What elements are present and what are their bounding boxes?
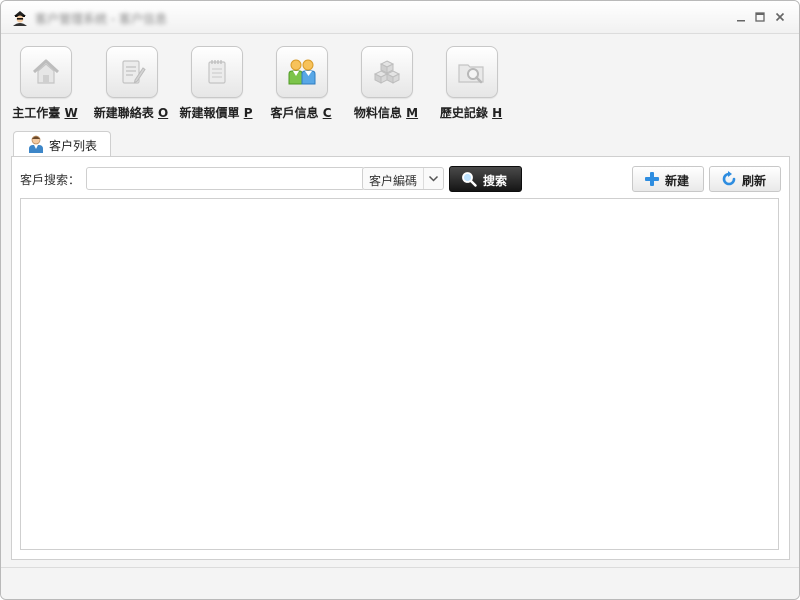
user-icon: [29, 135, 43, 153]
toolbar-tile: [20, 46, 72, 98]
search-label: 客戶搜索：: [20, 173, 81, 187]
close-icon[interactable]: [773, 10, 787, 24]
window-title: 客户管理系统 - 客户信息: [35, 12, 167, 26]
toolbar-item-label: 新建聯絡表 O: [93, 106, 169, 120]
notepad-pencil-icon: [122, 60, 146, 84]
search-folder-icon: [458, 64, 484, 84]
search-button[interactable]: 搜索: [449, 166, 522, 192]
minimize-icon[interactable]: [734, 10, 748, 24]
plus-icon: [645, 172, 659, 186]
search-field-value: 客户編碼: [369, 174, 418, 188]
boxes-icon: [373, 60, 401, 84]
toolbar-item-label: 物料信息 M: [353, 106, 419, 120]
toolbar-item-customer-info[interactable]: 客戶信息 C: [261, 46, 341, 122]
refresh-button-label: 刷新: [742, 174, 767, 188]
home-icon: [32, 59, 60, 84]
toolbar-item-new-contact[interactable]: 新建聯絡表 O: [91, 46, 171, 122]
toolbar-tile: [361, 46, 413, 98]
toolbar-item-new-quote[interactable]: 新建報價單 P: [176, 46, 256, 122]
app-window: 客户管理系统 - 客户信息 主工作臺 W 新建聯絡表 O 新建報價單 P 客戶信…: [0, 0, 800, 600]
magnifier-icon: [462, 172, 477, 187]
tab-label: 客户列表: [49, 139, 98, 153]
agent-avatar-icon: [13, 11, 27, 26]
title-bar: 客户管理系统 - 客户信息: [1, 1, 799, 34]
toolbar-tile: [276, 46, 328, 98]
refresh-button[interactable]: 刷新: [709, 166, 781, 192]
toolbar-tile: [191, 46, 243, 98]
customer-list-panel: 客戶搜索： 客户編碼 搜索 新建 刷新: [11, 156, 790, 560]
refresh-icon: [722, 171, 736, 186]
toolbar-tile: [446, 46, 498, 98]
status-bar: [1, 567, 799, 599]
customers-icon: [288, 59, 316, 85]
new-button[interactable]: 新建: [632, 166, 704, 192]
toolbar-item-history[interactable]: 歷史記錄 H: [431, 46, 511, 122]
main-toolbar: 主工作臺 W 新建聯絡表 O 新建報價單 P 客戶信息 C 物料信息 M 歷史記…: [1, 34, 799, 126]
notepad-icon: [208, 60, 226, 84]
new-button-label: 新建: [665, 174, 690, 188]
search-button-label: 搜索: [483, 174, 508, 188]
maximize-icon[interactable]: [753, 10, 767, 24]
toolbar-item-material-info[interactable]: 物料信息 M: [346, 46, 426, 122]
search-field-select[interactable]: 客户編碼: [362, 167, 444, 190]
customer-grid[interactable]: [20, 198, 779, 550]
select-arrow-area: [423, 168, 443, 189]
tab-customer-list[interactable]: 客户列表: [13, 131, 111, 157]
toolbar-item-label: 客戶信息 C: [270, 106, 332, 120]
chevron-down-icon: [428, 175, 439, 182]
toolbar-item-label: 主工作臺 W: [12, 106, 78, 120]
toolbar-item-workbench[interactable]: 主工作臺 W: [5, 46, 85, 122]
toolbar-item-label: 新建報價單 P: [179, 106, 253, 120]
search-input[interactable]: [86, 167, 365, 190]
toolbar-item-label: 歷史記錄 H: [439, 106, 503, 120]
toolbar-tile: [106, 46, 158, 98]
